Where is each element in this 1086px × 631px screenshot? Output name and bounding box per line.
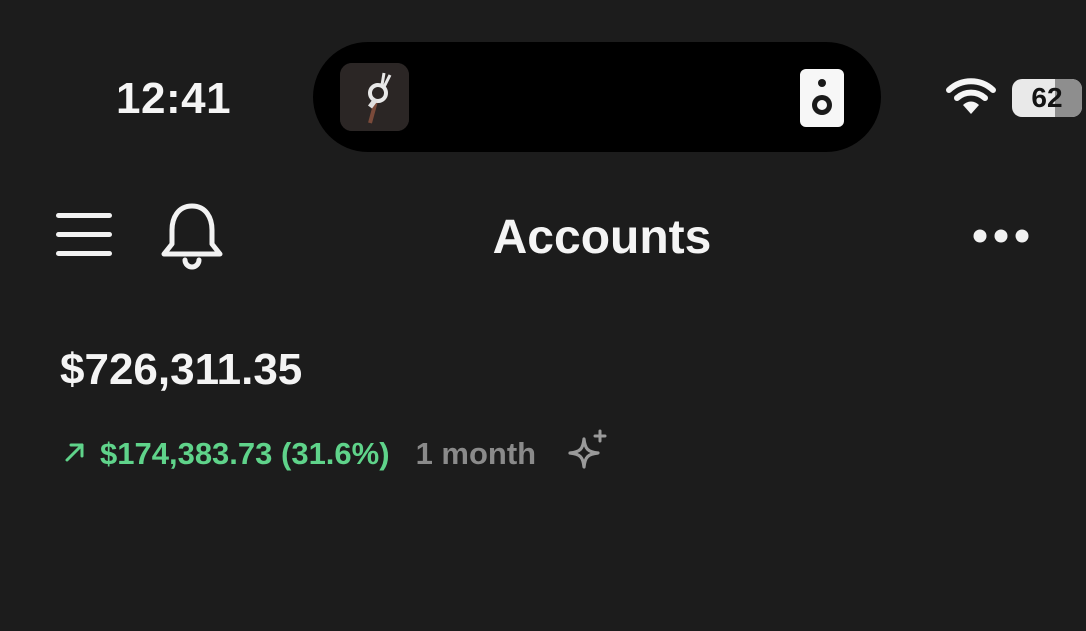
- period-selector[interactable]: 1 month: [416, 436, 537, 472]
- sparkle-icon[interactable]: [536, 429, 610, 480]
- balance-change: $174,383.73 (31.6%): [100, 436, 390, 471]
- speaker-icon[interactable]: [800, 69, 844, 127]
- album-art-icon[interactable]: [340, 63, 409, 131]
- more-horizontal-icon[interactable]: [970, 222, 1032, 250]
- status-time: 12:41: [116, 74, 232, 123]
- balance-change-row: $174,383.73 (31.6%) 1 month: [64, 429, 610, 474]
- arrow-up-right-icon: [64, 441, 100, 468]
- page-title: Accounts: [492, 211, 712, 264]
- account-balance: $726,311.35: [60, 345, 303, 394]
- accounts-screen: 12:41 62 Accounts $726,311.35 $174,383.7…: [0, 0, 1086, 631]
- dynamic-island[interactable]: [313, 42, 881, 152]
- battery-indicator: 62: [1012, 79, 1082, 117]
- wifi-icon: [946, 76, 996, 121]
- battery-level: 62: [1031, 82, 1063, 113]
